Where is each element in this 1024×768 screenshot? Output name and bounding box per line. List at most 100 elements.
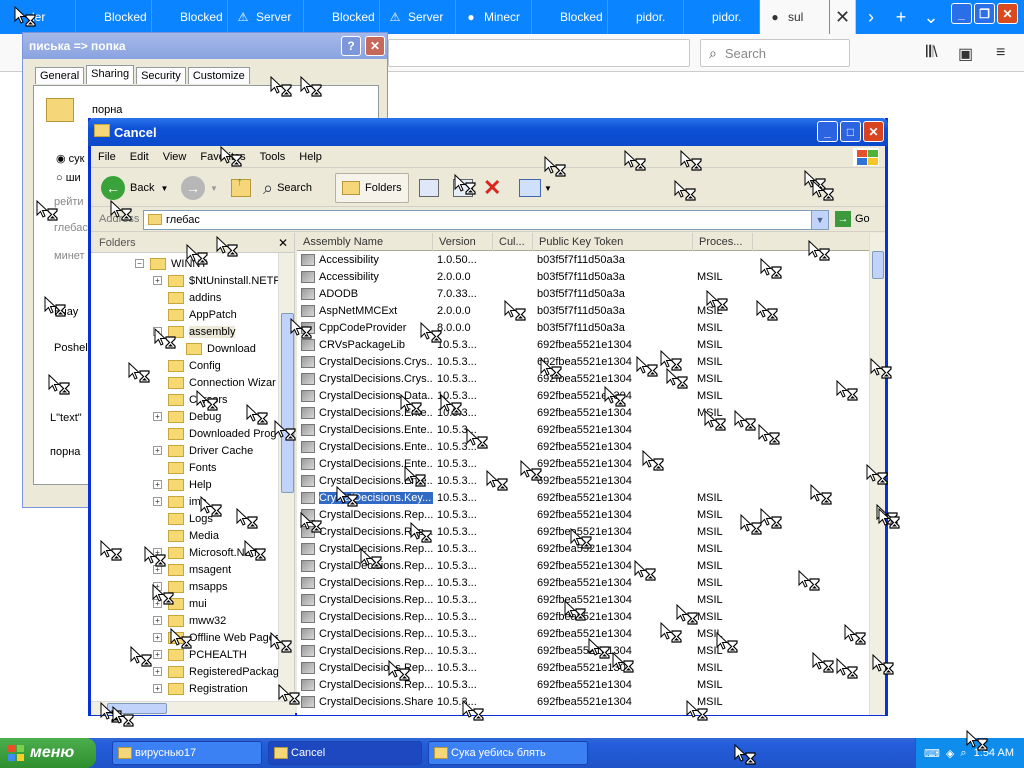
address-field[interactable]: глебас ▼ — [143, 210, 829, 230]
forward-button[interactable]: → ▼ — [181, 173, 218, 203]
tree-item[interactable]: Media — [153, 527, 219, 544]
table-row[interactable]: CrystalDecisions.Ente...10.5.3...692fbea… — [297, 405, 867, 422]
tab-sharing[interactable]: Sharing — [86, 65, 135, 84]
delete-button[interactable]: ✕ — [483, 173, 501, 203]
minimize-button[interactable]: _ — [951, 3, 972, 24]
tree-item[interactable]: addins — [153, 289, 221, 306]
table-row[interactable]: CrystalDecisions.Ente...10.5.3...692fbea… — [297, 456, 867, 473]
expand-icon[interactable]: + — [153, 412, 162, 421]
menu-item-edit[interactable]: Edit — [123, 151, 156, 163]
tree-item[interactable]: Connection Wizar — [153, 374, 276, 391]
close-button[interactable]: ✕ — [365, 36, 385, 56]
tree-item[interactable]: + Driver Cache — [153, 442, 253, 459]
table-row[interactable]: CRVsPackageLib 10.5.3... 692fbea5521e1304 M… — [297, 337, 867, 354]
scroll-thumb[interactable] — [872, 251, 884, 279]
browser-tab[interactable]: ● Minecr — [456, 0, 532, 34]
tree-item[interactable]: + mww32 — [153, 612, 226, 629]
search-button[interactable]: ⌕ Search — [263, 173, 312, 203]
back-button[interactable]: ← Back ▼ — [101, 173, 168, 203]
table-row[interactable]: CrystalDecisions.Data... 10.5.3... 692fbea… — [297, 388, 867, 405]
table-row[interactable]: CrystalDecisions.Rep...10.5.3...692fbea5… — [297, 575, 867, 592]
browser-tab[interactable]: ⚠ Server — [380, 0, 456, 34]
move-to-button[interactable] — [419, 173, 439, 203]
browser-tab[interactable]: pidor. — [684, 0, 760, 34]
menu-item-view[interactable]: View — [156, 151, 194, 163]
expand-icon[interactable]: + — [153, 480, 162, 489]
library-icon[interactable]: 𝄃𝄃\ — [926, 44, 938, 62]
taskbar-button[interactable]: вируснью17 — [112, 741, 262, 765]
table-row[interactable]: CrystalDecisions.Crys... 10.5.3... 692fbea… — [297, 371, 867, 388]
menu-icon[interactable]: ≡ — [996, 44, 1005, 62]
tree-item[interactable]: Fonts — [153, 459, 217, 476]
table-row[interactable]: CrystalDecisions.Rep...10.5.3...692fbea5… — [297, 677, 867, 694]
browser-tab[interactable]: ● sul — [760, 0, 830, 34]
browser-tab[interactable]: Blocked — [152, 0, 228, 34]
expand-icon[interactable]: + — [153, 497, 162, 506]
browser-tab[interactable]: der — [0, 0, 76, 34]
table-row[interactable]: CppCodeProvider 8.0.0.0 b03f5f7f11d50a3a MS… — [297, 320, 867, 337]
restore-button[interactable]: ❐ — [974, 3, 995, 24]
tree-item[interactable]: + Microsoft.NET — [153, 544, 259, 561]
expand-icon[interactable]: + — [153, 446, 162, 455]
table-row[interactable]: CrystalDecisions.Rep...10.5.3...692fbea5… — [297, 660, 867, 677]
url-field[interactable] — [388, 39, 690, 67]
tab-customize[interactable]: Customize — [187, 67, 250, 84]
new-tab-button[interactable]: + — [886, 0, 916, 34]
keyboard-icon[interactable]: ⌨ — [924, 747, 940, 760]
tab-general[interactable]: General — [35, 67, 85, 84]
tree-item[interactable]: + ime — [153, 493, 207, 510]
scroll-tabs-right-icon[interactable]: › — [856, 0, 886, 34]
browser-tab[interactable]: Blocked — [76, 0, 152, 34]
column-header[interactable]: Assembly Name — [297, 233, 433, 251]
window-titlebar[interactable]: Cancel — [88, 118, 888, 146]
menu-item-file[interactable]: File — [91, 151, 123, 163]
column-header[interactable]: Version — [433, 233, 493, 251]
tree-item[interactable]: Config — [153, 357, 221, 374]
tree-item[interactable]: Download — [171, 340, 256, 357]
go-button[interactable]: → Go — [835, 211, 870, 227]
menu-item-tools[interactable]: Tools — [253, 151, 293, 163]
column-header[interactable]: Proces... — [693, 233, 753, 251]
close-button[interactable]: ✕ — [997, 3, 1018, 24]
search-input[interactable]: ⌕ Search — [700, 39, 850, 67]
option-noshare-label[interactable]: ○ ши — [56, 172, 81, 184]
chevron-down-icon[interactable]: ▼ — [811, 211, 828, 229]
expand-icon[interactable]: + — [153, 616, 162, 625]
network-icon[interactable]: ◈ — [946, 747, 954, 760]
option-share-label[interactable]: ◉ сук — [56, 152, 84, 165]
tree-item[interactable]: + $NtUninstall.NETF — [153, 272, 280, 289]
tree-item[interactable]: AppPatch — [153, 306, 237, 323]
table-row[interactable]: CrystalDecisions.Rep...10.5.3...692fbea5… — [297, 643, 867, 660]
expand-icon[interactable]: + — [153, 684, 162, 693]
help-button[interactable]: ? — [341, 36, 361, 56]
tab-security[interactable]: Security — [136, 67, 186, 84]
browser-tab[interactable]: Blocked — [304, 0, 380, 34]
expand-icon[interactable]: + — [153, 633, 162, 642]
tree-item[interactable]: + RegisteredPackag — [153, 663, 279, 680]
maximize-button[interactable]: □ — [840, 121, 861, 142]
tree-item[interactable]: + PCHEALTH — [153, 646, 247, 663]
table-row[interactable]: CrystalDecisions.Ente...10.5.3...692fbea… — [297, 473, 867, 490]
column-header[interactable]: Cul... — [493, 233, 533, 251]
taskbar-button[interactable]: Cancel — [268, 741, 422, 765]
browser-tab[interactable]: pidor. — [608, 0, 684, 34]
browser-tab[interactable]: ⚠ Server — [228, 0, 304, 34]
expand-icon[interactable]: + — [153, 667, 162, 676]
taskbar-button[interactable]: Сука уебись блять — [428, 741, 588, 765]
tab-list-button[interactable]: ⌄ — [916, 0, 946, 34]
folders-button[interactable]: Folders — [335, 173, 409, 203]
close-icon[interactable]: ✕ — [278, 236, 288, 250]
table-row[interactable]: CrystalDecisions.Rep...10.5.3...692fbea5… — [297, 626, 867, 643]
table-row[interactable]: CrystalDecisions.Shared 10.5.3... 692fbea5… — [297, 694, 867, 711]
minimize-button[interactable]: _ — [817, 121, 838, 142]
start-button[interactable]: меню — [0, 738, 96, 768]
browser-tab[interactable]: Blocked — [532, 0, 608, 34]
sidebar-icon[interactable]: ▣ — [958, 44, 973, 64]
close-button[interactable]: ✕ — [863, 121, 884, 142]
close-tab-button[interactable]: ✕ — [830, 0, 856, 34]
column-header[interactable]: Public Key Token — [533, 233, 693, 251]
collapse-icon[interactable]: − — [135, 259, 144, 268]
tree-item[interactable]: + Help — [153, 476, 212, 493]
expand-icon[interactable]: + — [153, 650, 162, 659]
up-button[interactable]: ↑ — [231, 173, 251, 203]
